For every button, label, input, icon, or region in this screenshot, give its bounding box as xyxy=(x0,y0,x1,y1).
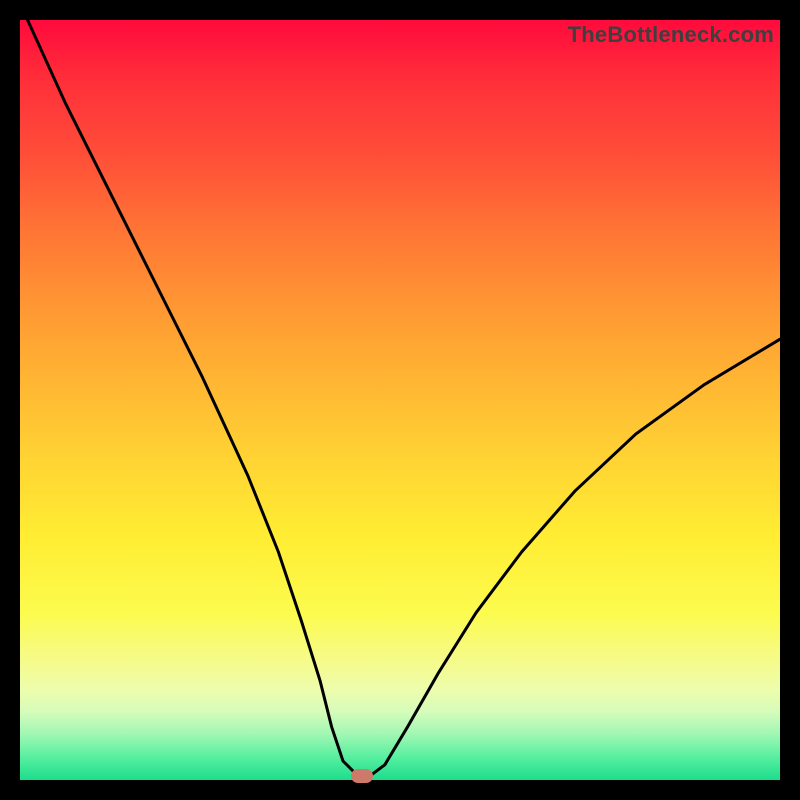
optimal-marker xyxy=(351,769,373,783)
bottleneck-curve xyxy=(20,20,780,780)
plot-area: TheBottleneck.com xyxy=(20,20,780,780)
chart-frame: TheBottleneck.com xyxy=(20,20,780,780)
